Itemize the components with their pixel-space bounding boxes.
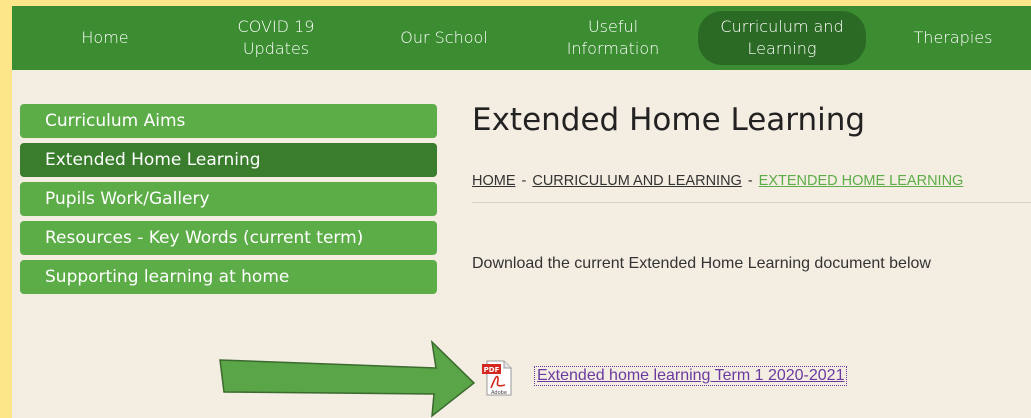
sidebar-item-label: Curriculum Aims <box>45 111 186 131</box>
nav-home-label: Home <box>81 28 129 47</box>
pdf-badge-text: PDF <box>484 366 500 374</box>
sidebar-item-pupils-work-gallery[interactable]: Pupils Work/Gallery <box>20 182 437 216</box>
nav-therapies[interactable]: Therapies <box>888 6 1018 70</box>
breadcrumb-current-link[interactable]: EXTENDED HOME LEARNING <box>759 173 964 189</box>
breadcrumb-curriculum-link[interactable]: CURRICULUM AND LEARNING <box>532 173 741 189</box>
sidebar-item-curriculum-aims[interactable]: Curriculum Aims <box>20 104 437 138</box>
nav-home[interactable]: Home <box>54 6 156 70</box>
pdf-caption-text: Adobe <box>491 390 507 396</box>
breadcrumb-home-link[interactable]: HOME <box>472 173 516 189</box>
top-navigation: Home COVID 19 Updates Our School Useful … <box>12 6 1031 70</box>
sidebar-item-resources-key-words[interactable]: Resources - Key Words (current term) <box>20 221 437 255</box>
sidebar-item-label: Extended Home Learning <box>45 150 261 170</box>
nav-covid-label-line1: COVID 19 <box>237 17 315 36</box>
divider <box>472 202 1031 203</box>
nav-curriculum-label-line1: Curriculum and <box>720 17 844 36</box>
sidebar-menu: Curriculum Aims Extended Home Learning P… <box>20 104 437 299</box>
nav-curriculum-label-line2: Learning <box>747 39 817 58</box>
nav-curriculum-and-learning[interactable]: Curriculum and Learning <box>698 11 866 65</box>
nav-useful-label-line1: Useful <box>587 17 639 36</box>
sidebar-item-label: Pupils Work/Gallery <box>45 189 210 209</box>
page-frame: Home COVID 19 Updates Our School Useful … <box>12 6 1031 418</box>
download-description: Download the current Extended Home Learn… <box>472 255 931 272</box>
nav-covid-label-line2: Updates <box>242 39 310 58</box>
sidebar-item-extended-home-learning[interactable]: Extended Home Learning <box>20 143 437 177</box>
nav-useful-information[interactable]: Useful Information <box>548 6 678 70</box>
page-title: Extended Home Learning <box>472 102 866 138</box>
arrow-right-icon <box>219 339 476 418</box>
nav-our-school-label: Our School <box>400 28 488 47</box>
breadcrumb-separator: - <box>521 173 527 189</box>
sidebar-item-supporting-learning-at-home[interactable]: Supporting learning at home <box>20 260 437 294</box>
download-link[interactable]: Extended home learning Term 1 2020-2021 <box>533 366 848 386</box>
sidebar-item-label: Resources - Key Words (current term) <box>45 228 364 248</box>
nav-our-school[interactable]: Our School <box>382 6 506 70</box>
pdf-file-icon[interactable]: PDF Adobe <box>477 358 517 398</box>
breadcrumb-separator: - <box>747 173 753 189</box>
breadcrumb: HOME - CURRICULUM AND LEARNING - EXTENDED HO… <box>472 173 963 189</box>
nav-covid-updates[interactable]: COVID 19 Updates <box>206 6 346 70</box>
nav-therapies-label: Therapies <box>913 28 993 47</box>
sidebar-item-label: Supporting learning at home <box>45 267 290 287</box>
nav-useful-label-line2: Information <box>566 39 660 58</box>
